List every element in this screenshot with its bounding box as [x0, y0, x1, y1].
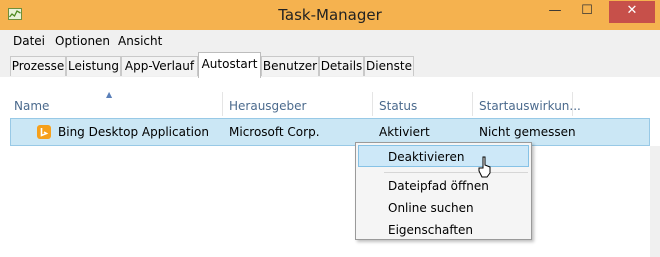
close-button[interactable]: ✕	[609, 1, 655, 23]
menu-item-eigenschaften[interactable]: Eigenschaften	[388, 223, 473, 237]
tab-prozesse[interactable]: Prozesse	[10, 56, 66, 76]
column-header-name[interactable]: Name	[14, 99, 49, 113]
tab-benutzer[interactable]: Benutzer	[261, 56, 319, 76]
menu-datei[interactable]: Datei	[13, 34, 45, 48]
tab-app-verlauf[interactable]: App-Verlauf	[121, 56, 198, 76]
menu-item-dateipfad-oeffnen[interactable]: Dateipfad öffnen	[388, 179, 489, 193]
tab-strip: Prozesse Leistung App-Verlauf Autostart …	[0, 52, 660, 78]
tab-details[interactable]: Details	[319, 56, 364, 76]
context-menu: Deaktivieren Dateipfad öffnen Online suc…	[355, 142, 532, 240]
context-menu-separator	[384, 172, 528, 173]
menu-item-deaktivieren[interactable]: Deaktivieren	[388, 150, 464, 164]
column-divider[interactable]	[572, 92, 573, 116]
row-publisher: Microsoft Corp.	[229, 125, 320, 139]
menu-optionen[interactable]: Optionen	[55, 34, 110, 48]
column-header-herausgeber[interactable]: Herausgeber	[229, 99, 306, 113]
tab-leistung[interactable]: Leistung	[66, 56, 121, 76]
maximize-button[interactable]: ☐	[572, 1, 602, 23]
menu-ansicht[interactable]: Ansicht	[118, 34, 162, 48]
column-header-startauswirkung[interactable]: Startauswirkun...	[479, 99, 581, 113]
tab-autostart[interactable]: Autostart	[198, 52, 261, 78]
row-name: Bing Desktop Application	[58, 125, 209, 139]
menu-bar: Datei Optionen Ansicht	[0, 30, 660, 52]
minimize-button[interactable]: —	[540, 1, 570, 23]
sort-ascending-icon: ▲	[106, 90, 113, 99]
title-bar: Task-Manager — ☐ ✕	[0, 0, 660, 30]
tab-dienste[interactable]: Dienste	[364, 56, 414, 76]
column-header-status[interactable]: Status	[379, 99, 417, 113]
bing-icon	[37, 125, 51, 139]
column-divider[interactable]	[222, 92, 223, 116]
column-divider[interactable]	[472, 92, 473, 116]
menu-item-online-suchen[interactable]: Online suchen	[388, 201, 474, 215]
vertical-scrollbar[interactable]	[650, 146, 660, 257]
mouse-cursor-icon	[478, 156, 491, 178]
row-impact: Nicht gemessen	[479, 125, 576, 139]
row-status: Aktiviert	[379, 125, 430, 139]
column-divider[interactable]	[372, 92, 373, 116]
